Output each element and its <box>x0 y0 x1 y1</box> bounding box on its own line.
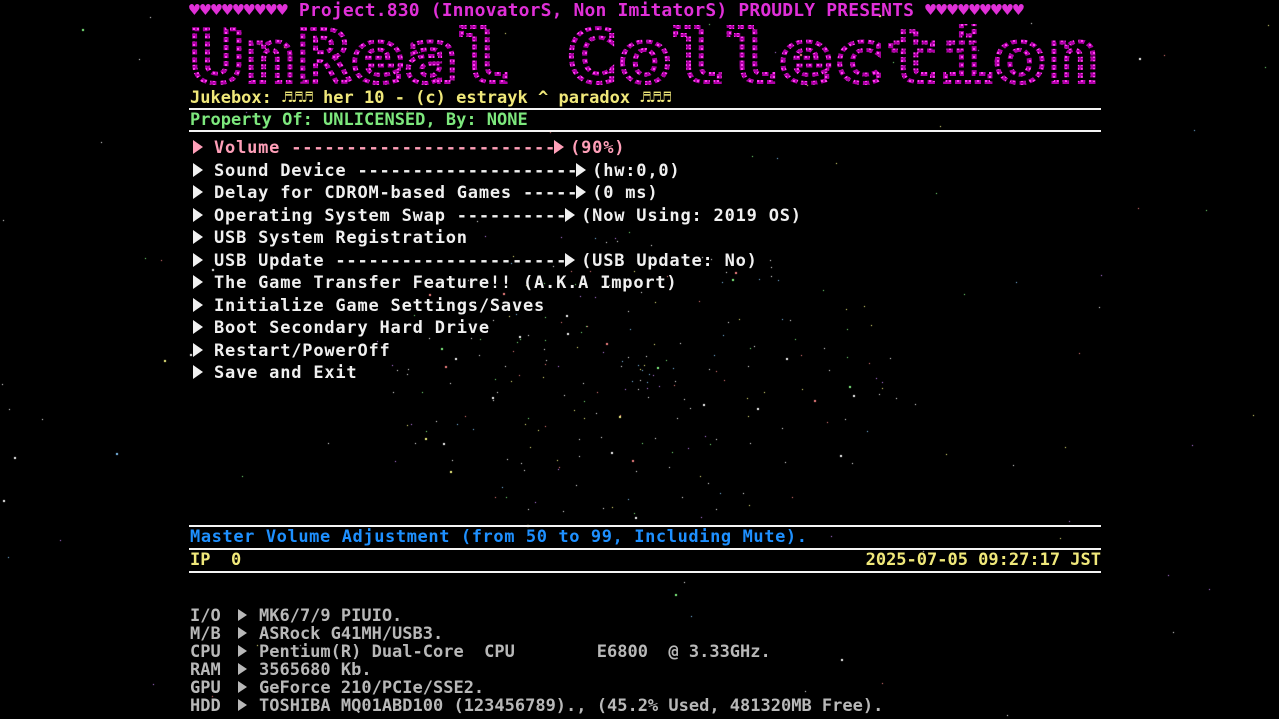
jukebox-now-playing: Jukebox: ♬♬♬ her 10 - (c) estrayk ^ para… <box>190 88 672 108</box>
bullet-arrow-icon <box>238 663 247 675</box>
play-arrow-icon <box>193 275 203 289</box>
sysinfo-value: 3565680 Kb. <box>259 660 372 680</box>
menu-item-value: (USB Update: No) <box>581 250 758 271</box>
play-arrow-icon <box>193 252 203 267</box>
system-info: I/O MK6/7/9 PIUIO. M/B ASRock G41MH/USB3. CP… <box>190 607 883 715</box>
menu-item-value: (hw:0,0) <box>592 160 681 181</box>
sysinfo-row-hdd: HDD TOSHIBA MQ01ABD100 (123456789)., (45.… <box>190 697 883 715</box>
menu-item-value: (0 ms) <box>592 183 659 203</box>
menu-item-label: Save and Exit <box>214 363 358 383</box>
play-arrow-icon <box>193 140 203 154</box>
sysinfo-row-mb: M/B ASRock G41MH/USB3. <box>190 625 883 643</box>
menu-item-delay-for-cdrom-based-games[interactable]: Delay for CDROM-based Games ----- (0 ms) <box>193 182 1093 205</box>
arrow-right-icon <box>565 207 576 222</box>
presents-banner: ♥♥♥♥♥♥♥♥♥ Project.830 (InnovatorS, Non I… <box>189 0 1025 21</box>
play-arrow-icon <box>193 162 203 177</box>
play-arrow-icon <box>193 320 203 334</box>
divider <box>189 130 1101 132</box>
bullet-arrow-icon <box>238 627 247 639</box>
menu-item-label: Boot Secondary Hard Drive <box>214 318 490 338</box>
play-arrow-icon <box>193 185 203 199</box>
settings-menu: Volume ------------------------ (90%) Soun… <box>193 137 1093 385</box>
bullet-arrow-icon <box>238 609 247 621</box>
property-owner: Property Of: UNLICENSED, By: NONE <box>190 110 528 130</box>
datetime-clock: 2025-07-05 09:27:17 JST <box>865 550 1101 570</box>
logo-ascii-art: UnReal Collection <box>189 24 1101 88</box>
menu-item-label: Restart/PowerOff <box>214 340 391 361</box>
menu-item-label: Initialize Game Settings/Saves <box>214 295 546 316</box>
help-text: Master Volume Adjustment (from 50 to 99,… <box>190 527 808 547</box>
dash-leader: -------------------- <box>346 160 579 181</box>
dash-leader: ---------- <box>445 205 568 226</box>
sysinfo-row-ram: RAM 3565680 Kb. <box>190 661 883 679</box>
menu-item-restart-poweroff[interactable]: Restart/PowerOff <box>193 340 1093 363</box>
play-arrow-icon <box>193 230 203 244</box>
bullet-arrow-icon <box>238 645 247 657</box>
dash-leader: ----- <box>511 183 579 203</box>
menu-item-label: USB System Registration <box>214 228 468 248</box>
sysinfo-value: GeForce 210/PCIe/SSE2. <box>259 678 485 698</box>
menu-item-value: (90%) <box>570 138 626 158</box>
arrow-right-icon <box>576 162 587 177</box>
sysinfo-key: HDD <box>190 696 221 716</box>
divider <box>189 571 1101 573</box>
menu-item-usb-system-registration[interactable]: USB System Registration <box>193 227 1093 250</box>
bullet-arrow-icon <box>238 699 247 711</box>
sysinfo-key: RAM <box>190 660 221 680</box>
sysinfo-value: Pentium(R) Dual-Core CPU E6800 @ 3.33GHz… <box>259 642 771 662</box>
sysinfo-row-io: I/O MK6/7/9 PIUIO. <box>190 607 883 625</box>
sysinfo-key: I/O <box>190 606 221 626</box>
ip-status: IP 0 <box>190 550 241 570</box>
ip-value: 0 <box>230 550 242 570</box>
sysinfo-row-cpu: CPU Pentium(R) Dual-Core CPU E6800 @ 3.33… <box>190 643 883 661</box>
menu-item-label: Delay for CDROM-based Games <box>214 183 512 203</box>
sysinfo-key: M/B <box>190 624 221 644</box>
play-arrow-icon <box>193 365 203 379</box>
dash-leader: --------------------- <box>324 250 568 271</box>
arrow-right-icon <box>554 140 565 154</box>
menu-item-volume[interactable]: Volume ------------------------ (90%) <box>193 137 1093 160</box>
sysinfo-value: TOSHIBA MQ01ABD100 (123456789)., (45.2% … <box>259 696 884 716</box>
sysinfo-key: GPU <box>190 678 221 698</box>
menu-item-label: USB Update <box>214 250 325 271</box>
menu-item-label: Volume <box>214 138 281 158</box>
menu-item-label: The Game Transfer Feature!! (A.K.A Impor… <box>214 273 678 293</box>
menu-item-label: Sound Device <box>214 160 347 181</box>
play-arrow-icon <box>193 297 203 312</box>
menu-item-operating-system-swap[interactable]: Operating System Swap ---------- (Now Usi… <box>193 205 1093 228</box>
menu-item-initialize-game-settings-saves[interactable]: Initialize Game Settings/Saves <box>193 295 1093 318</box>
sysinfo-value: ASRock G41MH/USB3. <box>259 624 444 644</box>
menu-item-the-game-transfer-feature-a-k-a-import[interactable]: The Game Transfer Feature!! (A.K.A Impor… <box>193 272 1093 295</box>
play-arrow-icon <box>193 342 203 357</box>
menu-item-value: (Now Using: 2019 OS) <box>581 205 802 226</box>
menu-item-usb-update[interactable]: USB Update --------------------- (USB Upd… <box>193 250 1093 273</box>
logo-text: UnReal Collection <box>190 24 1100 88</box>
sysinfo-key: CPU <box>190 642 221 662</box>
play-arrow-icon <box>193 207 203 222</box>
sysinfo-row-gpu: GPU GeForce 210/PCIe/SSE2. <box>190 679 883 697</box>
arrow-right-icon <box>565 252 576 267</box>
menu-item-label: Operating System Swap <box>214 205 446 226</box>
arrow-right-icon <box>576 185 587 199</box>
menu-item-save-and-exit[interactable]: Save and Exit <box>193 362 1093 385</box>
menu-item-sound-device[interactable]: Sound Device -------------------- (hw:0,0… <box>193 160 1093 183</box>
bullet-arrow-icon <box>238 681 247 693</box>
ip-label: IP <box>190 550 211 570</box>
sysinfo-value: MK6/7/9 PIUIO. <box>259 606 403 626</box>
menu-item-boot-secondary-hard-drive[interactable]: Boot Secondary Hard Drive <box>193 317 1093 340</box>
dash-leader: ------------------------ <box>280 138 557 158</box>
